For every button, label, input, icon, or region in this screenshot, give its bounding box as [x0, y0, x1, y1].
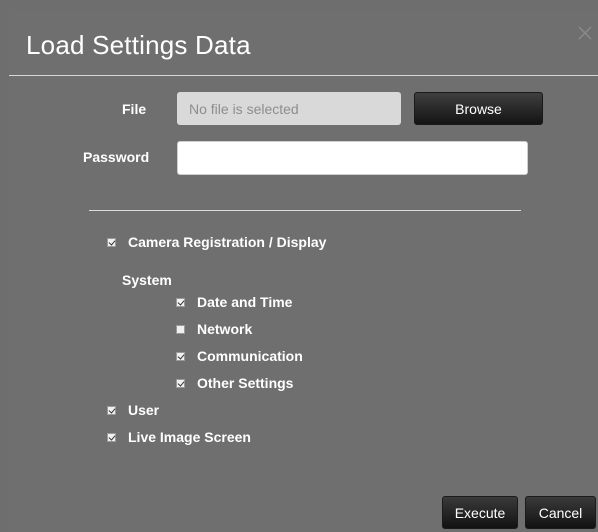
option-label: Other Settings: [197, 375, 294, 391]
title-divider: [9, 75, 598, 76]
option-label: Communication: [197, 348, 303, 364]
cancel-button[interactable]: Cancel: [525, 496, 596, 529]
option-camera-registration[interactable]: Camera Registration / Display: [107, 234, 326, 250]
load-settings-dialog: Load Settings Data File No file is selec…: [9, 10, 598, 532]
system-group-label: System: [122, 272, 172, 288]
checkbox-other-settings[interactable]: [176, 378, 185, 388]
option-label: Network: [197, 321, 253, 337]
dialog-title: Load Settings Data: [26, 30, 251, 60]
checkbox-communication[interactable]: [176, 351, 185, 361]
checkbox-network[interactable]: [176, 324, 185, 334]
checkbox-camera-registration[interactable]: [107, 237, 116, 247]
password-label: Password: [83, 149, 150, 165]
option-label: Date and Time: [197, 294, 293, 310]
checkbox-user[interactable]: [107, 405, 116, 415]
password-input[interactable]: [177, 141, 528, 175]
checkbox-date-time[interactable]: [176, 297, 185, 307]
option-other-settings[interactable]: Other Settings: [176, 375, 293, 391]
option-user[interactable]: User: [107, 402, 159, 418]
option-label: Live Image Screen: [128, 429, 251, 445]
checkbox-live-image-screen[interactable]: [107, 432, 116, 442]
option-date-time[interactable]: Date and Time: [176, 294, 292, 310]
file-label: File: [122, 101, 147, 117]
section-divider: [89, 210, 521, 211]
option-communication[interactable]: Communication: [176, 348, 303, 364]
option-label: Camera Registration / Display: [128, 234, 327, 250]
close-icon[interactable]: [576, 24, 594, 42]
file-field[interactable]: No file is selected: [177, 92, 401, 125]
option-live-image-screen[interactable]: Live Image Screen: [107, 429, 251, 445]
option-label: User: [128, 402, 160, 418]
browse-button[interactable]: Browse: [414, 92, 543, 125]
option-network[interactable]: Network: [176, 321, 252, 337]
execute-button[interactable]: Execute: [442, 496, 518, 529]
